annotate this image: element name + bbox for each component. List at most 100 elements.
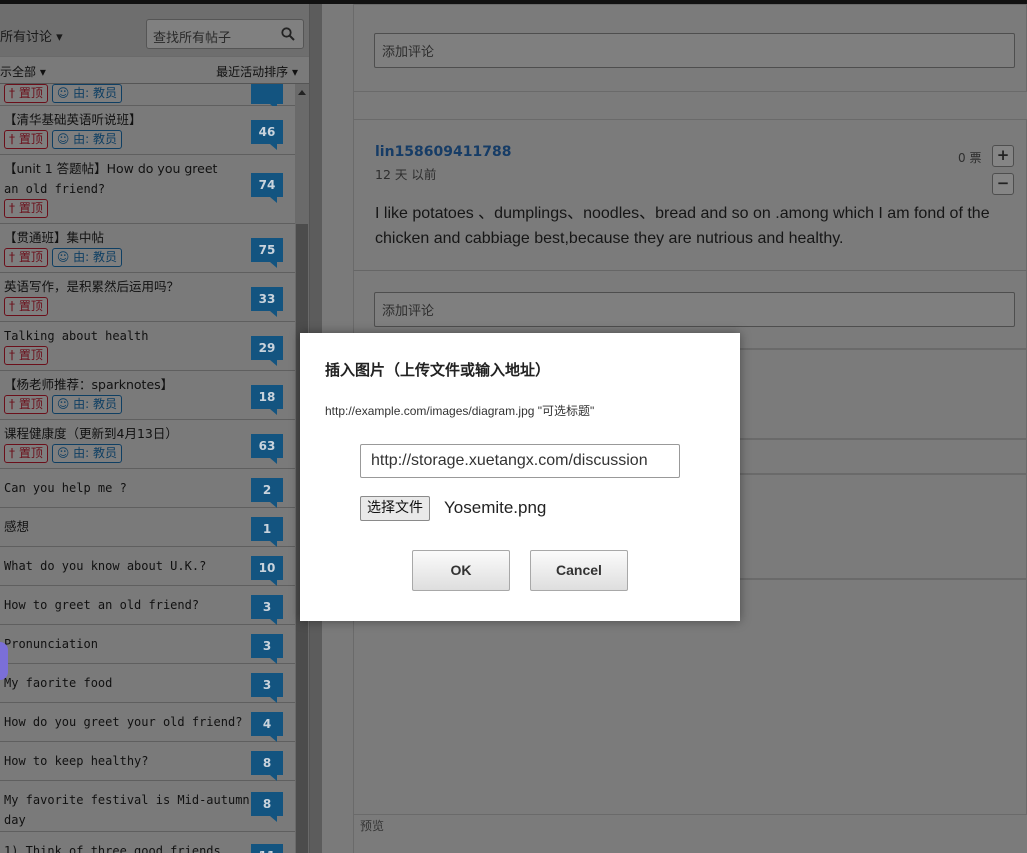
pinned-label: 置顶: [18, 348, 43, 362]
thread-list-item[interactable]: 感想 1: [0, 508, 295, 547]
comment-count-badge: 74: [251, 173, 283, 203]
add-comment-input[interactable]: 添加评论: [374, 292, 1015, 327]
user-icon: ☺: [56, 250, 74, 264]
thread-title: 【贯通班】集中帖: [4, 230, 105, 245]
thread-title: 英语写作，是积累然后运用吗？: [4, 279, 180, 294]
dialog-title: 插入图片（上传文件或输入地址）: [325, 361, 551, 379]
add-comment-input[interactable]: 添加评论: [374, 33, 1015, 68]
pinned-badge: † 置顶: [4, 444, 48, 463]
thread-badges: † 置顶: [4, 346, 48, 365]
pin-icon: †: [9, 299, 19, 313]
comment-count-badge: 75: [251, 238, 283, 268]
pinned-label: 置顶: [18, 86, 43, 100]
pinned-badge: † 置顶: [4, 199, 48, 218]
staff-label: 由: 教员: [73, 250, 118, 264]
thread-list-item[interactable]: 英语写作，是积累然后运用吗？ † 置顶 33: [0, 273, 295, 322]
thread-list-item[interactable]: 课程健康度（更新到4月13日） † 置顶 ☺ 由: 教员 63: [0, 420, 295, 469]
pinned-badge: † 置顶: [4, 130, 48, 149]
comment-count-badge: 8: [251, 751, 283, 781]
pinned-badge: † 置顶: [4, 248, 48, 267]
thread-title: 【unit 1 答题帖】How do you greet: [4, 161, 218, 176]
vote-down-button[interactable]: −: [992, 173, 1014, 195]
response-body: I like potatoes 、dumplings、noodles、bread…: [375, 205, 990, 247]
thread-title-line2: day: [4, 813, 26, 827]
user-icon: ☺: [56, 446, 74, 460]
search-icon[interactable]: [281, 27, 295, 41]
pin-icon: †: [9, 132, 19, 146]
thread-list-item[interactable]: 【unit 1 答题帖】How do you greet an old frien…: [0, 155, 295, 224]
vote-count: 0 票: [958, 151, 982, 165]
thread-title: How to keep healthy?: [4, 754, 149, 768]
thread-list-item[interactable]: How do you greet your old friend? 4: [0, 703, 295, 742]
response-timestamp: 12 天 以前: [375, 167, 437, 182]
thread-title: Talking about health: [4, 329, 149, 343]
thread-title: How to greet an old friend?: [4, 598, 200, 612]
thread-list-item[interactable]: How to greet an old friend? 3: [0, 586, 295, 625]
thread-list-item[interactable]: † 置顶 ☺ 由: 教员: [0, 84, 295, 110]
sidebar-header: 所有讨论 ▾ 查找所有帖子: [0, 4, 309, 56]
thread-badges: † 置顶: [4, 199, 48, 218]
discussion-filter-dropdown[interactable]: 所有讨论 ▾: [0, 26, 63, 45]
add-comment-placeholder: 添加评论: [382, 45, 435, 60]
scroll-up-arrow-icon[interactable]: [298, 90, 306, 95]
image-url-input[interactable]: http://storage.xuetangx.com/discussion: [360, 444, 680, 478]
comment-count-badge: 46: [251, 120, 283, 150]
thread-list-item[interactable]: My faorite food 3: [0, 664, 295, 703]
thread-list-item[interactable]: Can you help me ? 2: [0, 469, 295, 508]
sort-by-activity-dropdown[interactable]: 最近活动排序 ▾: [216, 63, 298, 80]
show-all-dropdown[interactable]: 示全部 ▾: [0, 63, 46, 80]
thread-title: 课程健康度（更新到4月13日）: [4, 426, 178, 441]
comment-count-badge: 63: [251, 434, 283, 464]
search-posts-field[interactable]: 查找所有帖子: [146, 19, 304, 49]
response-author-link[interactable]: lin158609411788: [375, 144, 511, 160]
comment-count-badge: 11: [251, 844, 283, 853]
choose-file-button[interactable]: 选择文件: [360, 496, 430, 521]
comment-count-badge: 3: [251, 634, 283, 664]
thread-list-item[interactable]: Pronunciation 3: [0, 625, 295, 664]
thread-badges: † 置顶 ☺ 由: 教员: [4, 395, 123, 414]
thread-list-item[interactable]: 【杨老师推荐：sparknotes】 † 置顶 ☺ 由: 教员 18: [0, 371, 295, 420]
thread-list-item[interactable]: 【贯通班】集中帖 † 置顶 ☺ 由: 教员 75: [0, 224, 295, 273]
staff-label: 由: 教员: [73, 132, 118, 146]
thread-list-item[interactable]: 1) Think of three good friends 11: [0, 832, 295, 853]
pinned-badge: † 置顶: [4, 346, 48, 365]
pinned-label: 置顶: [18, 201, 43, 215]
thread-list-item[interactable]: 【清华基础英语听说班】 † 置顶 ☺ 由: 教员 46: [0, 106, 295, 155]
thread-badges: † 置顶 ☺ 由: 教员: [4, 248, 123, 267]
user-icon: ☺: [56, 397, 74, 411]
comment-count-badge: 2: [251, 478, 283, 508]
staff-badge: ☺ 由: 教员: [51, 248, 123, 267]
avatar: [0, 642, 8, 680]
thread-title: What do you know about U.K.?: [4, 559, 207, 573]
thread-badges: † 置顶 ☺ 由: 教员: [4, 130, 123, 149]
staff-badge: ☺ 由: 教员: [51, 84, 123, 103]
comment-count-badge: 33: [251, 287, 283, 317]
pin-icon: †: [9, 86, 19, 100]
pin-icon: †: [9, 201, 19, 215]
pinned-label: 置顶: [18, 299, 43, 313]
user-icon: ☺: [56, 132, 74, 146]
thread-list-item[interactable]: Talking about health † 置顶 29: [0, 322, 295, 371]
user-icon: ☺: [56, 86, 74, 100]
thread-list-item[interactable]: My favorite festival is Mid-autumn day 8: [0, 781, 295, 832]
thread-list-item[interactable]: How to keep healthy? 8: [0, 742, 295, 781]
ok-button[interactable]: OK: [412, 550, 510, 591]
pin-icon: †: [9, 446, 19, 460]
preview-label: 预览: [360, 819, 385, 833]
pinned-badge: † 置顶: [4, 297, 48, 316]
thread-title: Can you help me ?: [4, 481, 127, 495]
thread-title: Pronunciation: [4, 637, 98, 651]
thread-list-item[interactable]: What do you know about U.K.? 10: [0, 547, 295, 586]
insert-image-dialog: 插入图片（上传文件或输入地址） http://example.com/image…: [300, 333, 740, 621]
pin-icon: †: [9, 397, 19, 411]
selected-file-name: Yosemite.png: [444, 498, 547, 517]
comment-count-badge: 8: [251, 792, 283, 822]
thread-badges: † 置顶 ☺ 由: 教员: [4, 84, 123, 103]
pinned-label: 置顶: [18, 132, 43, 146]
thread-title: My favorite festival is Mid-autumn: [4, 793, 250, 807]
vote-up-button[interactable]: +: [992, 145, 1014, 167]
sidebar-sort-bar: 示全部 ▾ 最近活动排序 ▾: [0, 56, 309, 84]
comment-count-badge: 3: [251, 673, 283, 703]
cancel-button[interactable]: Cancel: [530, 550, 628, 591]
add-comment-placeholder: 添加评论: [382, 304, 435, 319]
